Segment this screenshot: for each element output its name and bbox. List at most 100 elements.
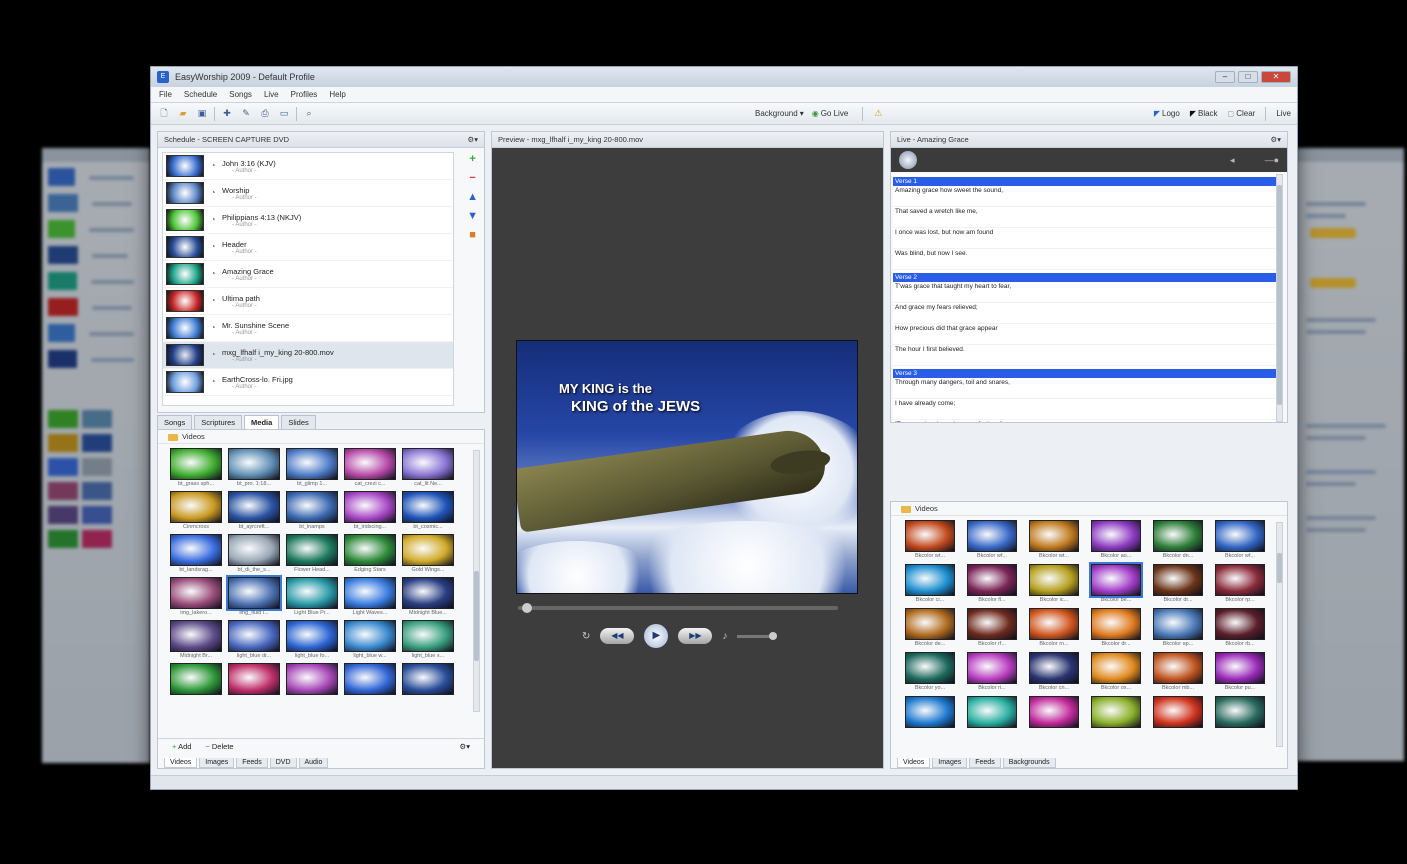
print-icon[interactable]: ⎙ [258,107,272,121]
media-thumbnail[interactable]: Bkcolor ic... [1029,564,1079,603]
tab-videos[interactable]: Videos [164,758,198,768]
tab-slides[interactable]: Slides [281,415,316,429]
tab-images[interactable]: Images [199,758,235,768]
media-thumbnail[interactable]: bt_ayrcreft... [228,491,280,530]
lyric-line[interactable]: I have already come; [893,399,1278,420]
move-up-icon[interactable]: ▲ [467,192,478,203]
media-thumbnail[interactable]: bt_cosmic... [402,491,454,530]
forward-button[interactable]: ▶▶ [678,628,713,644]
live-speaker-icon[interactable]: ◂ [1230,155,1235,166]
lyric-line[interactable]: 'Tis grace has brought me safe thus far, [893,420,1278,422]
black-button[interactable]: ◤ Black [1190,109,1218,118]
tab-songs[interactable]: Songs [157,415,193,429]
media-thumbnail[interactable]: Bkcolor de... [905,608,955,647]
schedule-item[interactable]: ◔ Amazing Grace - Author - [163,261,453,288]
media-thumbnail[interactable]: Bkcolor rn... [1029,608,1079,647]
tab-scriptures[interactable]: Scriptures [194,415,243,429]
lyric-line[interactable]: Through many dangers, toil and snares, [893,378,1278,399]
volume-slider[interactable] [737,631,778,640]
lyric-line[interactable]: How precious did that grace appear [893,324,1278,345]
media-thumbnail[interactable]: img_lakero... [170,577,222,616]
volume-handle[interactable] [769,631,778,640]
live-button[interactable]: Live [1276,109,1291,118]
live-folder-row[interactable]: Videos [891,502,1287,516]
live-slider-icon[interactable]: —● [1265,155,1279,166]
clear-button[interactable]: ◻ Clear [1228,109,1256,118]
media-thumbnail[interactable]: Bkcolor rp... [1215,564,1265,603]
tab-images[interactable]: Images [932,758,968,768]
lyric-line[interactable]: Was blind, but now I see. [893,249,1278,270]
tab-feeds[interactable]: Feeds [969,758,1001,768]
media-thumbnail[interactable] [1091,696,1141,729]
media-thumbnail[interactable] [286,663,338,696]
media-thumbnail[interactable]: light_blue fo... [286,620,338,659]
media-thumbnail[interactable]: cat_lit Ne... [402,448,454,487]
media-thumbnail[interactable]: Bkcolor wf... [967,520,1017,559]
media-thumbnail[interactable]: Bkcolor ci... [905,564,955,603]
seek-bar[interactable] [518,603,838,613]
media-thumbnail[interactable] [402,663,454,696]
media-thumbnail[interactable]: light_blue dr... [228,620,280,659]
media-thumbnail[interactable]: img_fluid i... [226,575,282,616]
media-thumbnail[interactable]: Bkcolor rf... [967,608,1017,647]
tab-feeds[interactable]: Feeds [236,758,268,768]
media-thumbnail[interactable]: Bkcolor fl... [967,564,1017,603]
open-folder-icon[interactable]: ▰ [176,107,190,121]
media-thumbnail[interactable]: Bkcolor ao... [1091,520,1141,559]
menu-schedule[interactable]: Schedule [184,90,217,99]
media-thumbnail[interactable]: bt_iridscing... [344,491,396,530]
schedule-item[interactable]: ◔ Worship - Author - [163,180,453,207]
live-options-icon[interactable]: ⚙▾ [1271,132,1282,147]
folder-row[interactable]: Videos [158,430,484,444]
media-thumbnail[interactable]: Midnight Blue... [402,577,454,616]
media-thumbnail[interactable]: Bkcolor ap... [1153,608,1203,647]
schedule-item[interactable]: ◔ Ultima path - Author - [163,288,453,315]
media-thumbnail[interactable]: Edging Stars [344,534,396,573]
add-item-icon[interactable]: + [467,154,478,165]
add-icon[interactable]: ✚ [220,107,234,121]
tab-media[interactable]: Media [244,415,280,429]
media-thumbnail[interactable] [170,663,222,696]
media-thumbnail[interactable]: Bkcolor be... [1089,562,1143,603]
media-thumbnail[interactable]: Bkcolor yo... [905,652,955,691]
media-thumbnail[interactable]: Bkcolor dn... [1153,520,1203,559]
media-thumbnail[interactable]: Bkcolor cn... [1029,652,1079,691]
menu-profiles[interactable]: Profiles [291,90,318,99]
media-thumbnail[interactable]: bt_di_the_s... [228,534,280,573]
menu-file[interactable]: File [159,90,172,99]
monitor-icon[interactable]: ▭ [277,107,291,121]
lyric-line[interactable]: Amazing grace how sweet the sound, [893,186,1278,207]
media-thumbnail[interactable]: Bkcolor dr... [1153,564,1203,603]
media-thumbnail[interactable]: Bkcolor ri... [967,652,1017,691]
save-icon[interactable]: ▣ [195,107,209,121]
media-thumbnail[interactable]: Bkcolor dr... [1091,608,1141,647]
panel-options-icon[interactable]: ⚙▾ [468,132,479,147]
media-thumbnail[interactable]: Bkcolor wt... [1029,520,1079,559]
tab-backgrounds[interactable]: Backgrounds [1002,758,1056,768]
media-thumbnail[interactable]: Bkcolor wf... [1215,520,1265,559]
move-down-icon[interactable]: ▼ [467,211,478,222]
media-thumbnail[interactable] [1153,696,1203,729]
media-thumbnail[interactable]: Gold Wings... [402,534,454,573]
verse-header[interactable]: Verse 3 [893,369,1278,378]
tab-dvd[interactable]: DVD [269,758,297,768]
lyric-line[interactable]: And grace my fears relieved; [893,303,1278,324]
live-library-scrollbar[interactable] [1276,522,1283,747]
tab-audio[interactable]: Audio [298,758,329,768]
edit-icon[interactable]: ✎ [239,107,253,121]
minimize-button[interactable]: – [1215,71,1235,83]
tab-videos[interactable]: Videos [897,758,931,768]
media-thumbnail[interactable]: Light Blue Pr... [286,577,338,616]
schedule-item[interactable]: ◔ mxg_lfhalf i_my_king 20-800.mov - Author… [163,342,453,369]
media-thumbnail[interactable]: Cinmcross [170,491,222,530]
media-thumbnail[interactable]: light_blue w... [344,620,396,659]
lyric-line[interactable]: The hour I first believed. [893,345,1278,366]
lyric-line[interactable]: T'was grace that taught my heart to fear… [893,282,1278,303]
remove-item-icon[interactable]: − [467,173,478,184]
maximize-button[interactable]: □ [1238,71,1258,83]
media-thumbnail[interactable]: bt_grass sph... [170,448,222,487]
search-icon[interactable]: ⌕ [302,107,316,121]
background-dropdown[interactable]: Background ▾ [755,109,804,118]
media-thumbnail[interactable]: bt_landsrag... [170,534,222,573]
close-button[interactable]: ✕ [1261,71,1291,83]
